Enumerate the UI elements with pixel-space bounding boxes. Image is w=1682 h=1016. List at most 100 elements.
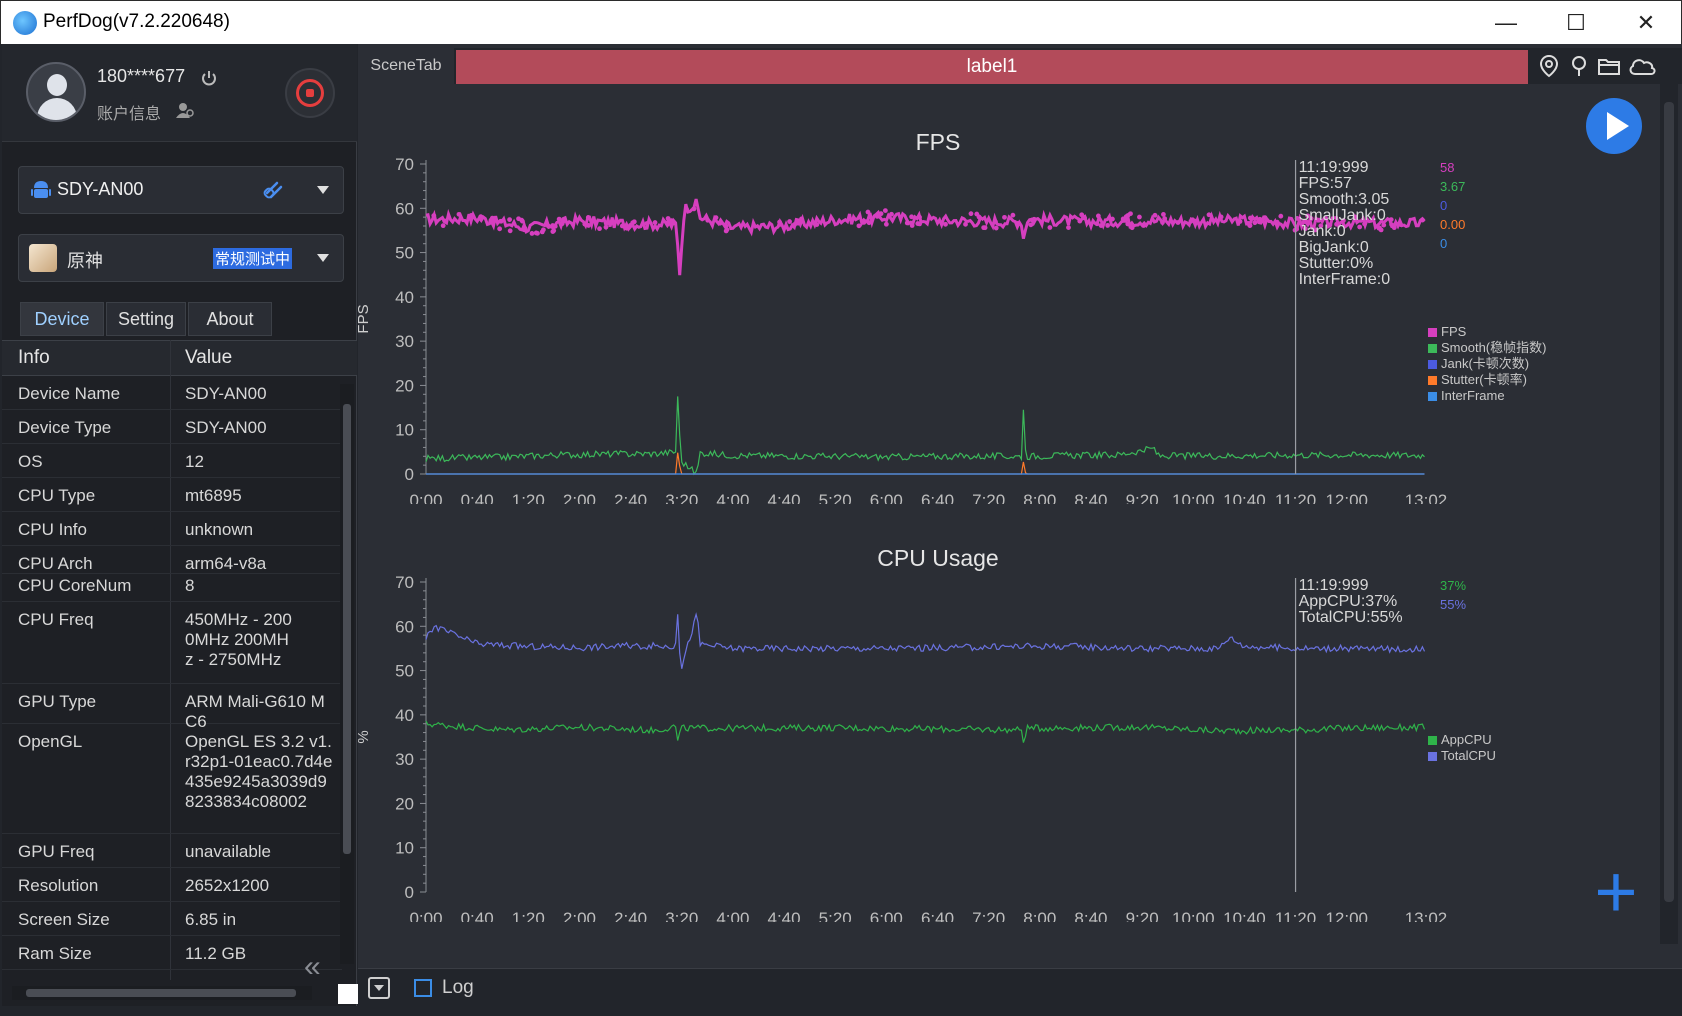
fps-point xyxy=(713,215,719,221)
row-key: Device Name xyxy=(18,384,121,403)
main-scrollbar[interactable] xyxy=(1660,84,1678,944)
minimize-button[interactable]: — xyxy=(1481,9,1531,37)
legend-swatch xyxy=(1428,376,1437,385)
x-tick-label: 8:40 xyxy=(1074,909,1107,922)
x-tick-label: 8:00 xyxy=(1023,909,1056,922)
fps-point xyxy=(1010,212,1016,218)
add-chart-icon[interactable]: + xyxy=(1588,855,1644,929)
fps-point xyxy=(691,206,697,212)
avatar[interactable] xyxy=(26,62,86,122)
maximize-button[interactable]: ☐ xyxy=(1551,9,1601,37)
row-value: arm64-v8a xyxy=(185,554,267,573)
fps-point xyxy=(1218,214,1224,220)
y-tick-label: 70 xyxy=(395,155,414,174)
fps-point xyxy=(498,218,504,224)
fps-point xyxy=(1247,223,1253,228)
map-marker-icon[interactable] xyxy=(1566,54,1592,78)
row-value: mt6895 xyxy=(185,486,242,505)
row-value: 6.85 in xyxy=(185,910,237,929)
fps-point xyxy=(1047,225,1053,230)
fps-point xyxy=(993,225,999,231)
info-table-header: Info Value xyxy=(2,340,357,376)
chevron-down-icon[interactable] xyxy=(317,186,329,194)
current-value: 3.67 xyxy=(1440,179,1465,194)
fps-point xyxy=(974,211,980,217)
current-value: 55% xyxy=(1440,597,1466,612)
folder-icon[interactable] xyxy=(1596,54,1622,78)
app-name: 原神 xyxy=(67,251,103,271)
y-tick-label: 60 xyxy=(395,199,414,218)
power-icon[interactable] xyxy=(200,70,218,88)
y-tick-label: 30 xyxy=(395,332,414,351)
collapse-sidebar-icon[interactable]: « xyxy=(304,950,321,984)
x-tick-label: 10:40 xyxy=(1223,909,1266,922)
fps-point xyxy=(1175,220,1181,225)
device-info-table: Device Name SDY-AN00 Device Type SDY-AN00 … xyxy=(2,376,342,1016)
info-table-hscrollbar[interactable] xyxy=(12,986,312,1000)
scene-bar: SceneTab label1 xyxy=(358,48,1682,84)
fps-point xyxy=(993,219,998,225)
app-selector[interactable]: 原神 常规测试中 xyxy=(18,234,344,282)
device-name: SDY-AN00 xyxy=(57,179,144,199)
link-icon[interactable] xyxy=(263,179,285,201)
fps-point xyxy=(1193,218,1199,224)
device-selector[interactable]: SDY-AN00 xyxy=(18,166,344,214)
series-line xyxy=(425,612,1426,669)
fps-point xyxy=(684,206,690,212)
tab-setting[interactable]: Setting xyxy=(106,302,186,336)
tab-device[interactable]: Device xyxy=(20,302,104,336)
fps-point xyxy=(889,211,894,217)
y-tick-label: 20 xyxy=(395,376,414,395)
legend-entry: Jank(卡顿次数) xyxy=(1441,356,1529,371)
fps-point xyxy=(878,211,884,217)
info-column-header: Info xyxy=(18,347,50,368)
row-key: CPU Arch xyxy=(18,554,93,573)
row-value: 450MHz - 2000MHz 200MHz - 2750MHz xyxy=(185,610,292,669)
fps-point xyxy=(1274,219,1280,225)
table-row: Device Type SDY-AN00 xyxy=(2,410,342,444)
tab-about[interactable]: About xyxy=(188,302,272,336)
expand-panel-button[interactable] xyxy=(368,977,390,999)
chevron-down-icon[interactable] xyxy=(317,254,329,262)
close-button[interactable]: ✕ xyxy=(1621,9,1671,37)
fps-point xyxy=(1002,214,1007,220)
fps-point xyxy=(787,219,792,224)
account-info-link[interactable]: 账户信息 xyxy=(97,100,161,124)
row-key: GPU Type xyxy=(18,692,97,711)
fps-point xyxy=(456,211,462,217)
current-value: 0 xyxy=(1440,198,1447,213)
fps-point xyxy=(1237,219,1243,224)
fps-point xyxy=(883,221,889,227)
log-checkbox[interactable] xyxy=(414,979,432,997)
fps-point xyxy=(560,219,566,224)
row-key: Device Type xyxy=(18,418,112,437)
series-line xyxy=(425,198,1426,276)
table-row: CPU CoreNum 8 xyxy=(2,574,342,602)
fps-point xyxy=(866,220,872,226)
fps-chart-svg: FPSFPS0102030405060700:00 0:40 1:20 2:00 2:4… xyxy=(358,129,1546,504)
cloud-icon[interactable] xyxy=(1626,54,1658,78)
record-stop-button[interactable] xyxy=(285,68,335,118)
y-axis-label: % xyxy=(358,730,372,743)
fps-point xyxy=(507,228,513,234)
fps-point xyxy=(1128,211,1133,217)
table-row: Ram Size 11.2 GB xyxy=(2,936,342,970)
fps-point xyxy=(1247,215,1253,221)
x-tick-label: 7:20 xyxy=(972,909,1005,922)
fps-point xyxy=(909,223,915,228)
cursor-readout: TotalCPU:55% xyxy=(1299,609,1403,626)
info-table-scrollbar[interactable] xyxy=(340,384,354,964)
row-value: SDY-AN00 xyxy=(185,384,267,403)
legend-entry: TotalCPU xyxy=(1441,748,1496,763)
table-row: OS 12 xyxy=(2,444,342,478)
fps-point xyxy=(1120,216,1126,222)
scene-label[interactable]: label1 xyxy=(456,50,1528,84)
location-pin-icon[interactable] xyxy=(1536,54,1562,78)
scene-tab[interactable]: SceneTab xyxy=(358,48,454,84)
fps-point xyxy=(1152,212,1158,218)
y-tick-label: 70 xyxy=(395,573,414,592)
play-button[interactable] xyxy=(1586,98,1642,154)
fps-point xyxy=(545,223,551,229)
fps-point xyxy=(865,209,871,215)
x-tick-label: 6:40 xyxy=(921,909,954,922)
